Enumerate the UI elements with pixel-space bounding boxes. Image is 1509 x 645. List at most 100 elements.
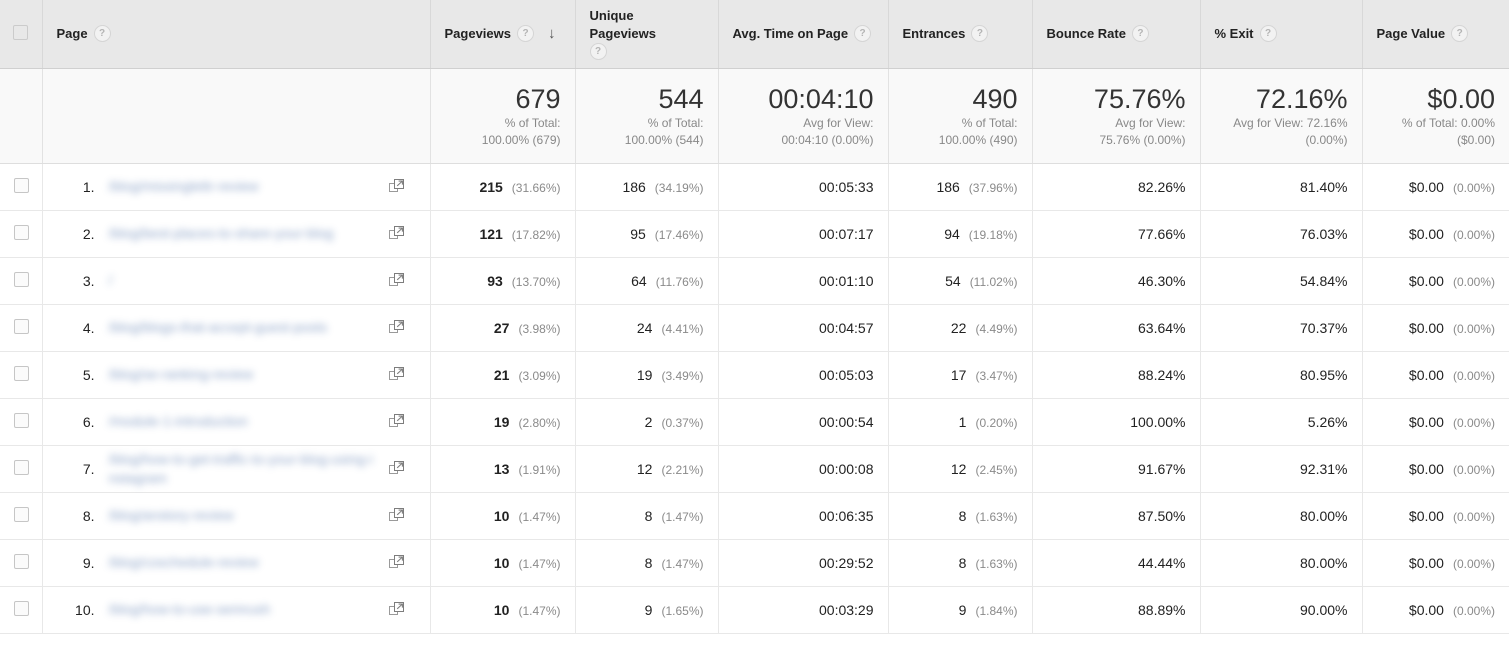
pageviews-value: 10 [493, 507, 510, 524]
column-header-entrances[interactable]: Entrances ? [888, 0, 1033, 69]
help-icon[interactable]: ? [1131, 25, 1149, 43]
pageviews-percent: (1.47%) [518, 603, 561, 618]
entrances-percent: (1.84%) [975, 603, 1018, 618]
column-header-page[interactable]: Page ? [42, 0, 431, 69]
table-row: 10. /blog/how-to-use-semrush 10 (1.47%) 9 (1.… [0, 586, 1509, 634]
help-icon[interactable]: ? [1259, 25, 1277, 43]
column-header-page-value[interactable]: Page Value ? [1362, 0, 1509, 69]
row-select-cell[interactable] [0, 304, 43, 352]
row-select-cell[interactable] [0, 586, 43, 634]
select-all-checkbox[interactable] [13, 24, 29, 40]
help-icon[interactable]: ? [971, 25, 989, 43]
open-in-new-window-icon[interactable] [388, 320, 404, 335]
bounce-rate-cell: 46.30% [1032, 257, 1201, 305]
pageviews-percent: (2.80%) [518, 415, 561, 430]
row-checkbox[interactable] [14, 459, 29, 475]
row-select-cell[interactable] [0, 351, 43, 399]
column-header-avg-time-on-page[interactable]: Avg. Time on Page ? [718, 0, 889, 69]
open-in-new-window-icon[interactable] [388, 414, 404, 429]
page-value-cell: $0.00 (0.00%) [1362, 445, 1509, 493]
open-in-new-window-icon[interactable] [388, 602, 404, 617]
unique-pageviews-cell: 8 (1.47%) [575, 539, 719, 587]
row-checkbox[interactable] [14, 412, 29, 428]
column-header-exit-percent[interactable]: % Exit ? [1200, 0, 1363, 69]
avg-time-cell: 00:05:03 [718, 351, 889, 399]
entrances-percent: (2.45%) [975, 462, 1018, 477]
bounce-rate-cell: 91.67% [1032, 445, 1201, 493]
open-in-new-window-icon[interactable] [388, 555, 404, 570]
avg-time-value: 00:00:54 [819, 413, 874, 430]
pageviews-cell: 121 (17.82%) [430, 210, 576, 258]
help-icon[interactable]: ? [517, 25, 534, 43]
summary-entrances-note-2: 100.00% (490) [938, 132, 1018, 147]
page-value-percent: (0.00%) [1452, 274, 1495, 289]
page-path-link[interactable]: /blog/coschedule-review [109, 553, 381, 572]
column-header-unique-pageviews-label: Unique Pageviews [589, 8, 657, 42]
row-select-cell[interactable] [0, 492, 43, 540]
open-in-new-window-icon[interactable] [388, 508, 404, 523]
open-in-new-window-icon[interactable] [388, 367, 404, 382]
row-checkbox[interactable] [14, 271, 29, 287]
open-in-new-window-icon[interactable] [388, 461, 404, 476]
open-in-new-window-icon[interactable] [388, 273, 404, 288]
entrances-value: 54 [945, 272, 961, 289]
row-checkbox[interactable] [14, 318, 29, 334]
page-path-link[interactable]: /blog/best-places-to-share-your-blog [109, 224, 381, 243]
column-header-pageviews[interactable]: Pageviews ? ↓ [430, 0, 576, 69]
unique-pageviews-percent: (1.47%) [661, 556, 704, 571]
row-checkbox[interactable] [14, 177, 29, 193]
page-path-link[interactable]: /module-1-introduction [109, 412, 381, 431]
pageviews-percent: (1.47%) [518, 556, 561, 571]
avg-time-cell: 00:01:10 [718, 257, 889, 305]
row-select-cell[interactable] [0, 210, 43, 258]
avg-time-value: 00:04:57 [819, 319, 874, 336]
sort-descending-icon[interactable]: ↓ [548, 26, 556, 41]
bounce-rate-cell: 88.89% [1032, 586, 1201, 634]
page-path-link[interactable]: / [109, 271, 381, 290]
row-checkbox[interactable] [14, 600, 29, 616]
page-path-link[interactable]: /blog/how-to-get-traffic-to-your-blog-us… [109, 450, 381, 488]
help-icon[interactable]: ? [589, 43, 607, 61]
page-value-percent: (0.00%) [1452, 603, 1495, 618]
page-path-link[interactable]: /blog/missinglettr-review [109, 177, 381, 196]
page-path-link[interactable]: /blog/anstory-review [109, 506, 381, 525]
row-checkbox[interactable] [14, 224, 29, 240]
page-value-cell: $0.00 (0.00%) [1362, 257, 1509, 305]
help-icon[interactable]: ? [1451, 25, 1469, 43]
exit-percent-value: 80.00% [1300, 507, 1348, 524]
page-value-percent: (0.00%) [1452, 556, 1495, 571]
bounce-rate-cell: 44.44% [1032, 539, 1201, 587]
entrances-value: 94 [944, 225, 960, 242]
open-in-new-window-icon[interactable] [388, 226, 404, 241]
entrances-value: 22 [950, 319, 967, 336]
page-path-link[interactable]: /blog/blogs-that-accept-guest-posts [109, 318, 381, 337]
pageviews-percent: (3.09%) [518, 368, 561, 383]
column-header-bounce-rate[interactable]: Bounce Rate ? [1032, 0, 1201, 69]
help-icon[interactable]: ? [93, 25, 111, 43]
row-checkbox[interactable] [14, 365, 29, 381]
unique-pageviews-value: 12 [636, 460, 653, 477]
summary-pageviews-value: 679 [515, 83, 561, 114]
open-in-new-window-icon[interactable] [388, 179, 404, 194]
help-icon[interactable]: ? [854, 25, 872, 43]
row-checkbox[interactable] [14, 506, 29, 522]
column-header-unique-pageviews[interactable]: Unique Pageviews ? [575, 0, 719, 69]
row-select-cell[interactable] [0, 257, 43, 305]
row-select-cell[interactable] [0, 445, 43, 493]
page-path-link[interactable]: /blog/how-to-use-semrush [109, 600, 381, 619]
summary-page-cell [42, 68, 431, 164]
bounce-rate-cell: 100.00% [1032, 398, 1201, 446]
page-path-link[interactable]: /blog/se-ranking-review [109, 365, 381, 384]
page-value-cell: $0.00 (0.00%) [1362, 492, 1509, 540]
avg-time-cell: 00:06:35 [718, 492, 889, 540]
row-select-cell[interactable] [0, 163, 43, 211]
unique-pageviews-cell: 64 (11.76%) [575, 257, 719, 305]
page-cell: 10. /blog/how-to-use-semrush [42, 586, 431, 634]
column-header-pageviews-label: Pageviews [444, 25, 512, 41]
row-select-cell[interactable] [0, 398, 43, 446]
row-select-cell[interactable] [0, 539, 43, 587]
unique-pageviews-value: 8 [644, 507, 653, 524]
summary-entrances-cell: 490 % of Total: 100.00% (490) [888, 68, 1033, 164]
select-all-header-cell[interactable] [0, 0, 43, 69]
row-checkbox[interactable] [14, 553, 29, 569]
